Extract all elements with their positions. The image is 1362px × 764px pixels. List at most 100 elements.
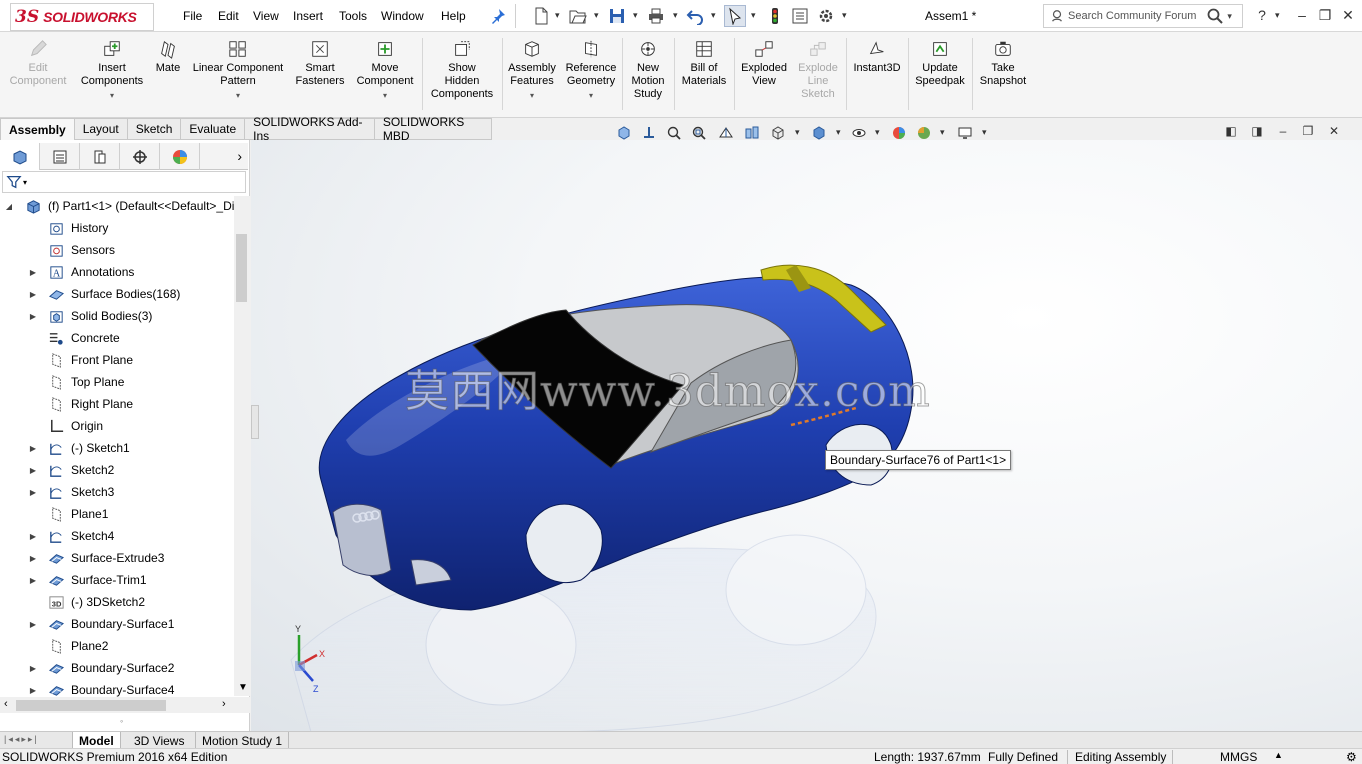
pin-icon[interactable]	[487, 5, 509, 27]
maximize-icon[interactable]: ❐	[1316, 7, 1334, 24]
collapse-caret-icon[interactable]: ◢	[4, 202, 14, 211]
chevron-down-icon[interactable]: ▾	[23, 178, 27, 187]
exploded-view-button[interactable]: Exploded View	[736, 38, 792, 88]
save-icon[interactable]	[606, 5, 628, 27]
expand-caret-icon[interactable]: ▶	[28, 686, 38, 695]
expand-caret-icon[interactable]: ▶	[28, 444, 38, 453]
chevron-down-icon[interactable]: ▾	[1275, 10, 1280, 21]
chevron-down-icon[interactable]: ▾	[589, 89, 593, 102]
chevron-down-icon[interactable]: ▾	[633, 10, 638, 21]
tab-model[interactable]: Model	[72, 732, 121, 749]
search-field[interactable]: Search Community Forum ▾	[1043, 4, 1243, 28]
tree-item[interactable]: Origin	[0, 415, 234, 437]
chevron-down-icon[interactable]: ▾	[555, 10, 560, 21]
smart-fasteners-button[interactable]: Smart Fasteners	[292, 38, 348, 88]
chevron-right-icon[interactable]: ›	[200, 143, 248, 169]
reference-geometry-button[interactable]: Reference Geometry ▾	[562, 38, 620, 102]
tree-root-part1[interactable]: ◢ (f) Part1<1> (Default<<Default>_Di	[0, 195, 234, 217]
dimxpert-tab-icon[interactable]	[120, 143, 160, 170]
expand-caret-icon[interactable]: ▶	[28, 532, 38, 541]
tree-item[interactable]: ▶ Solid Bodies(3)	[0, 305, 234, 327]
tree-item[interactable]: History	[0, 217, 234, 239]
chevron-down-icon[interactable]: ▾	[842, 10, 847, 21]
tree-item[interactable]: Concrete	[0, 327, 234, 349]
tree-item[interactable]: ▶ A Annotations	[0, 261, 234, 283]
chevron-down-icon[interactable]: ▾	[530, 89, 534, 102]
car-model-render[interactable]: Y X Z	[251, 140, 1362, 732]
tab-scroll-arrows-icon[interactable]: |◂◂▸▸|	[4, 734, 39, 745]
expand-caret-icon[interactable]: ▶	[28, 268, 38, 277]
help-button[interactable]: ?	[1253, 7, 1271, 23]
new-document-icon[interactable]	[530, 5, 552, 27]
mate-button[interactable]: Mate	[150, 38, 186, 75]
tree-item[interactable]: Sensors	[0, 239, 234, 261]
view-next-pane-icon[interactable]: ◨	[1248, 124, 1266, 138]
new-motion-study-button[interactable]: New Motion Study	[624, 38, 672, 101]
show-hidden-components-button[interactable]: Show Hidden Components	[426, 38, 498, 101]
scroll-down-icon[interactable]: ▼	[238, 682, 248, 693]
print-icon[interactable]	[645, 5, 667, 27]
linear-pattern-button[interactable]: Linear Component Pattern ▾	[188, 38, 288, 102]
configurationmanager-tab-icon[interactable]	[80, 143, 120, 170]
minimize-icon[interactable]: –	[1293, 7, 1311, 23]
menu-view[interactable]: View	[253, 9, 279, 23]
expand-caret-icon[interactable]: ▶	[28, 290, 38, 299]
featuremanager-tab-icon[interactable]	[0, 143, 40, 170]
expand-caret-icon[interactable]: ▶	[28, 664, 38, 673]
scroll-left-icon[interactable]: ‹	[4, 698, 8, 710]
menu-tools[interactable]: Tools	[339, 9, 367, 23]
panel-splitter-handle[interactable]: ◦	[120, 716, 123, 726]
menu-file[interactable]: File	[183, 9, 202, 23]
tab-assembly[interactable]: Assembly	[0, 118, 75, 140]
displaymanager-tab-icon[interactable]	[160, 143, 200, 170]
tree-item[interactable]: ▶ Surface-Extrude3	[0, 547, 234, 569]
chevron-down-icon[interactable]: ▾	[673, 10, 678, 21]
edit-component-button[interactable]: Edit Component	[6, 38, 70, 88]
view-prev-pane-icon[interactable]: ◧	[1222, 124, 1240, 138]
menu-help[interactable]: Help	[441, 9, 466, 23]
tree-item[interactable]: ▶ Sketch2	[0, 459, 234, 481]
doc-close-icon[interactable]: ✕	[1325, 124, 1343, 138]
chevron-down-icon[interactable]: ▾	[110, 89, 114, 102]
tab-addins[interactable]: SOLIDWORKS Add-Ins	[245, 115, 375, 143]
tree-item[interactable]: Plane1	[0, 503, 234, 525]
insert-components-button[interactable]: Insert Components ▾	[76, 38, 148, 102]
tab-3d-views[interactable]: 3D Views	[128, 732, 190, 749]
expand-caret-icon[interactable]: ▶	[28, 488, 38, 497]
menu-edit[interactable]: Edit	[218, 9, 239, 23]
expand-caret-icon[interactable]: ▶	[28, 576, 38, 585]
tab-motion-study-1[interactable]: Motion Study 1	[195, 732, 290, 749]
undo-icon[interactable]	[684, 5, 706, 27]
tree-item[interactable]: ▶ Surface-Trim1	[0, 569, 234, 591]
tree-vertical-scroll-thumb[interactable]	[236, 234, 247, 302]
chevron-down-icon[interactable]: ▾	[795, 127, 800, 138]
expand-caret-icon[interactable]: ▶	[28, 554, 38, 563]
chevron-down-icon[interactable]: ▾	[940, 127, 945, 138]
tree-item[interactable]: Top Plane	[0, 371, 234, 393]
tab-evaluate[interactable]: Evaluate	[181, 118, 246, 140]
tree-item[interactable]: ▶ Sketch4	[0, 525, 234, 547]
expand-caret-icon[interactable]: ▶	[28, 620, 38, 629]
gear-icon[interactable]	[815, 5, 837, 27]
tab-layout[interactable]: Layout	[74, 118, 128, 140]
bill-of-materials-button[interactable]: Bill of Materials	[676, 38, 732, 88]
doc-restore-icon[interactable]: ❐	[1299, 124, 1317, 138]
chevron-down-icon[interactable]: ▾	[236, 89, 240, 102]
tree-horizontal-scroll-thumb[interactable]	[16, 700, 166, 711]
tree-item[interactable]: ▶ Surface Bodies(168)	[0, 283, 234, 305]
update-speedpak-button[interactable]: Update Speedpak	[910, 38, 970, 88]
tree-item[interactable]: ▶ (-) Sketch1	[0, 437, 234, 459]
tab-sketch[interactable]: Sketch	[127, 118, 182, 140]
file-properties-icon[interactable]	[789, 5, 811, 27]
chevron-down-icon[interactable]: ▾	[836, 127, 841, 138]
instant3d-button[interactable]: Instant3D	[848, 38, 906, 75]
select-pointer-icon[interactable]	[724, 5, 746, 27]
tree-item[interactable]: ▶ Sketch3	[0, 481, 234, 503]
graphics-area[interactable]: Y X Z	[251, 140, 1362, 732]
open-folder-icon[interactable]	[567, 5, 589, 27]
close-icon[interactable]: ✕	[1339, 7, 1357, 24]
explode-line-sketch-button[interactable]: Explode Line Sketch	[794, 38, 842, 101]
chevron-down-icon[interactable]: ▾	[711, 10, 716, 21]
tree-item[interactable]: ▶ Boundary-Surface2	[0, 657, 234, 679]
chevron-down-icon[interactable]: ▾	[982, 127, 987, 138]
